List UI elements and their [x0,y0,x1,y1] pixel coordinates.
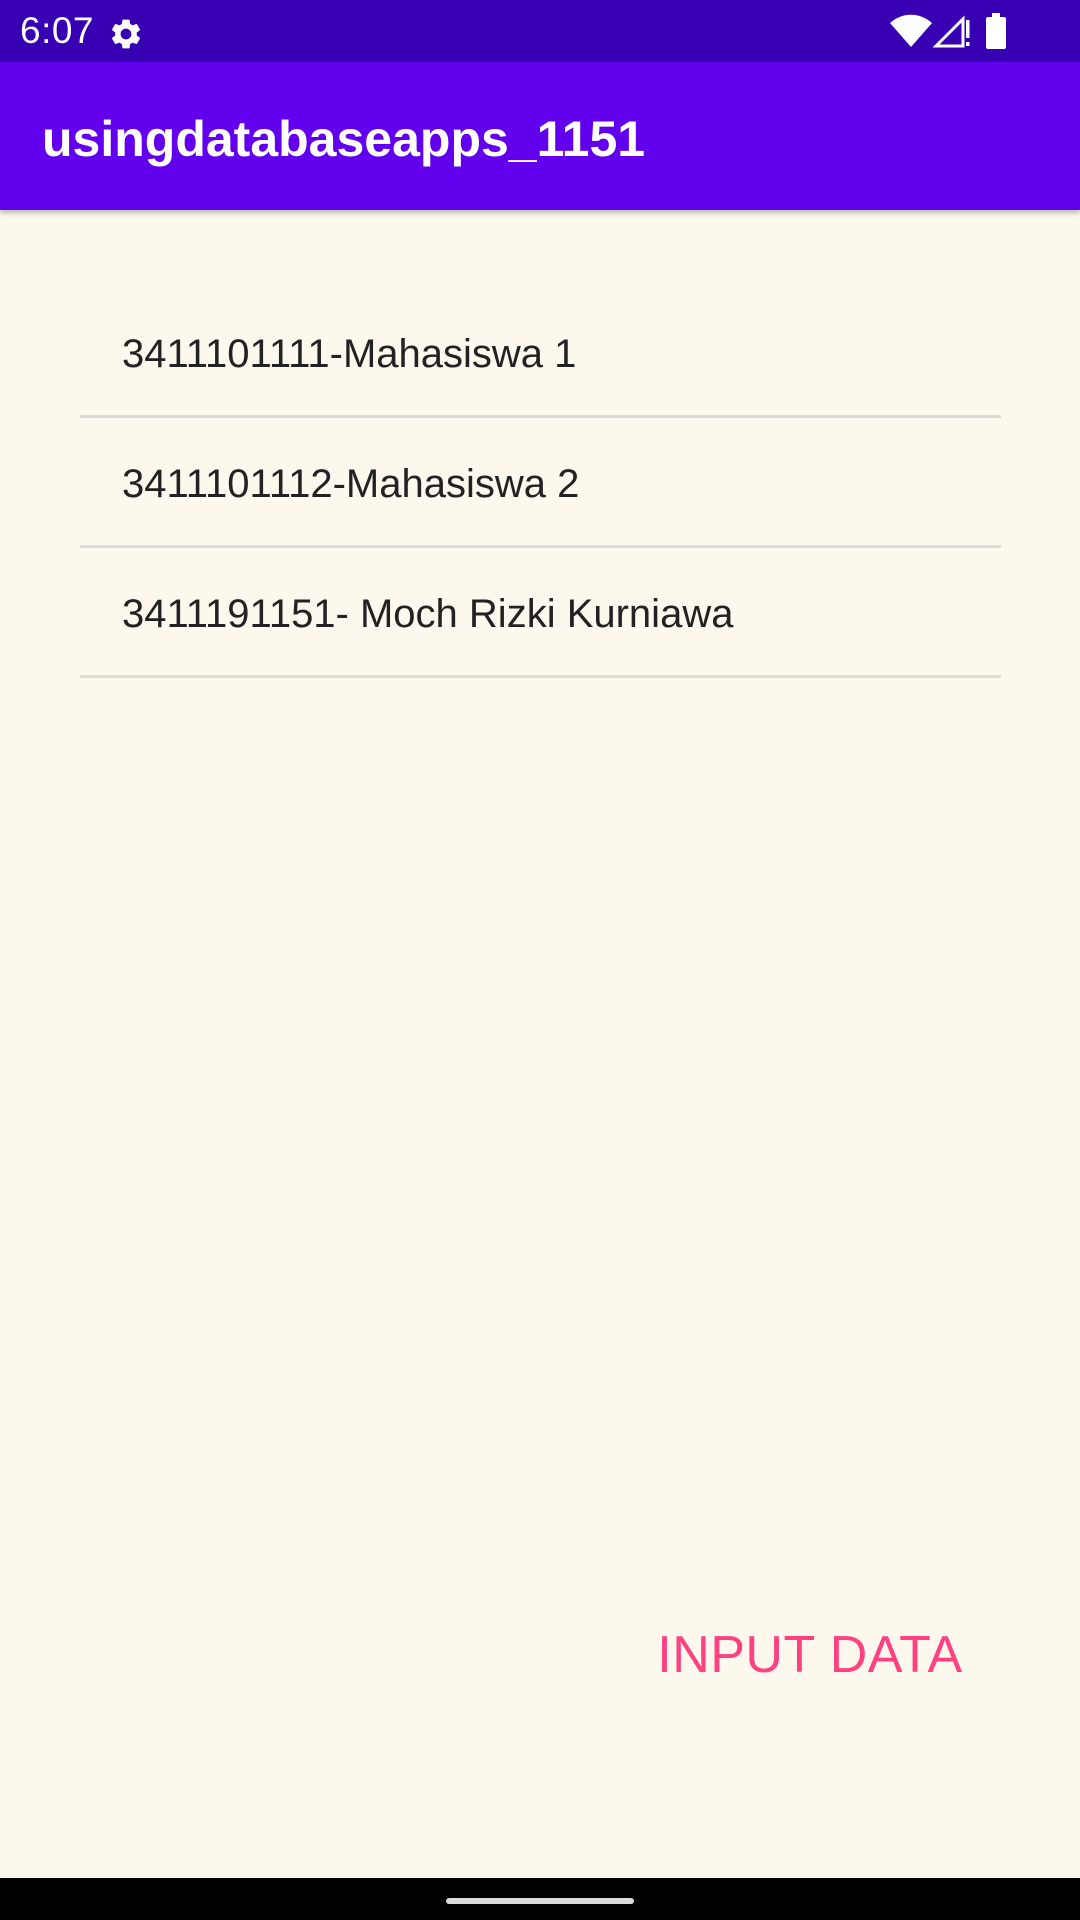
list-item-label: 3411101111-Mahasiswa 1 [122,332,577,376]
home-handle[interactable] [446,1898,634,1904]
status-bar: 6:07 [0,0,1080,62]
status-time: 6:07 [20,10,95,51]
cell-signal-icon [933,15,970,48]
list-item-label: 3411191151- Moch Rizki Kurniawa [122,592,734,636]
app-title: usingdatabaseapps_1151 [42,111,646,167]
list-item-label: 3411101112-Mahasiswa 2 [122,462,580,506]
list-item[interactable]: 3411191151- Moch Rizki Kurniawa [80,548,1001,678]
student-list: 3411101111-Mahasiswa 1 3411101112-Mahasi… [80,288,1001,678]
wifi-icon [890,14,932,47]
battery-icon [986,13,1006,49]
input-data-button[interactable]: INPUT DATA [640,1610,980,1700]
list-item[interactable]: 3411101111-Mahasiswa 1 [80,288,1001,418]
app-bar: usingdatabaseapps_1151 [0,62,1080,210]
gear-icon [111,19,141,49]
list-item[interactable]: 3411101112-Mahasiswa 2 [80,418,1001,548]
